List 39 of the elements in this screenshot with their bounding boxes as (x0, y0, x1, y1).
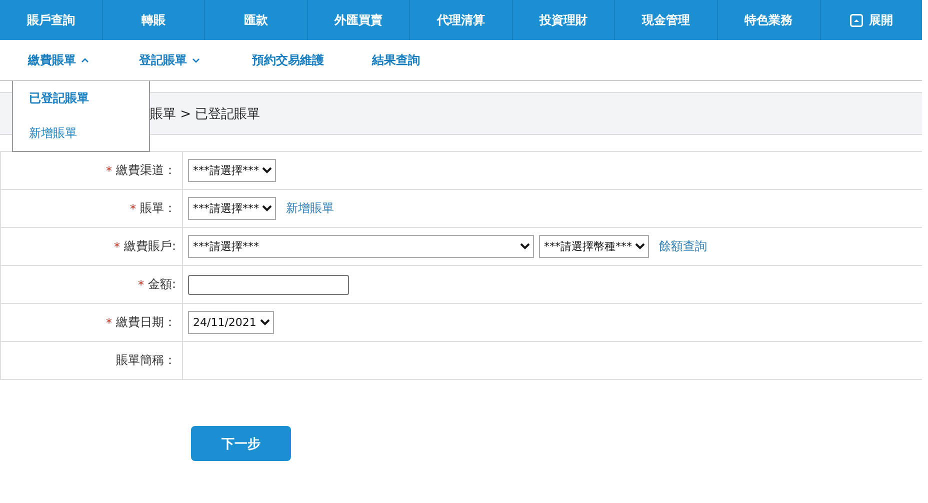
nav-tab[interactable]: 投資理財 (512, 0, 616, 40)
sub-nav-item[interactable]: 繳費賬單 (28, 52, 89, 68)
select-field[interactable]: ***請選擇*** (188, 197, 276, 220)
sub-nav-item[interactable]: 結果查詢 (372, 52, 420, 68)
field-label: 金額: (148, 276, 176, 293)
link[interactable]: 餘額查詢 (659, 238, 707, 255)
nav-tab[interactable]: 外匯買賣 (308, 0, 410, 40)
field-label: 賬單簡稱： (116, 352, 176, 369)
caret-icon (192, 58, 200, 62)
nav-tab[interactable]: 轉賬 (102, 0, 206, 40)
nav-tab[interactable]: 現金管理 (615, 0, 718, 40)
next-button[interactable]: 下一步 (191, 426, 291, 461)
select-field[interactable]: ***請選擇*** (188, 159, 276, 182)
select-field[interactable]: 24/11/2021 (188, 311, 274, 334)
link[interactable]: 新增賬單 (286, 200, 334, 217)
caret-icon (81, 58, 89, 62)
menu-item[interactable]: 已登記賬單 (13, 81, 149, 116)
required-mark: * (106, 316, 112, 330)
field-label: 繳費渠道： (116, 162, 176, 179)
select-field[interactable]: ***請選擇*** (188, 235, 534, 258)
menu-item[interactable]: 新增賬單 (13, 116, 149, 151)
required-mark: * (138, 278, 144, 292)
nav-tab[interactable]: 代理清算 (410, 0, 513, 40)
select-field[interactable]: ***請選擇幣種*** (539, 235, 649, 258)
breadcrumb: 賬單 > 已登記賬單 (150, 106, 260, 122)
sub-nav-item[interactable]: 預約交易維護 (252, 52, 324, 68)
nav-tab[interactable]: 特色業務 (718, 0, 820, 40)
sub-nav-item[interactable]: 登記賬單 (139, 52, 200, 68)
nav-tab[interactable]: 匯款 (205, 0, 308, 40)
nav-tab[interactable]: 賬戶查詢 (0, 0, 103, 40)
field-label: 繳費日期： (116, 314, 176, 331)
field-label: 賬單： (140, 200, 176, 217)
required-mark: * (114, 240, 120, 254)
amount-field[interactable] (188, 274, 349, 294)
required-mark: * (106, 164, 112, 178)
field-label: 繳費賬戶: (124, 238, 176, 255)
required-mark: * (130, 202, 136, 216)
collapse-icon (850, 14, 863, 26)
nav-tab[interactable]: 展開 (820, 0, 922, 40)
